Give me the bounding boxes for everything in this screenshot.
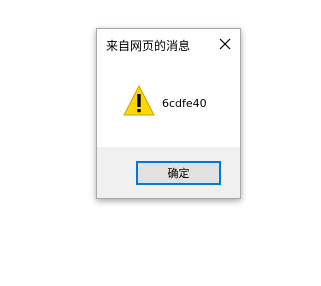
dialog-title: 来自网页的消息 [106, 39, 191, 53]
dialog-titlebar: 来自网页的消息 [97, 29, 240, 59]
dialog-message: 6cdfe40 [162, 97, 207, 110]
ok-button-label: 确定 [167, 167, 190, 180]
dialog-footer: 确定 [97, 147, 240, 198]
close-icon [219, 38, 231, 50]
close-button[interactable] [210, 29, 240, 59]
alert-dialog: 来自网页的消息 6cdfe40 确定 [96, 28, 241, 199]
warning-icon [123, 85, 155, 116]
ok-button[interactable]: 确定 [136, 161, 221, 185]
